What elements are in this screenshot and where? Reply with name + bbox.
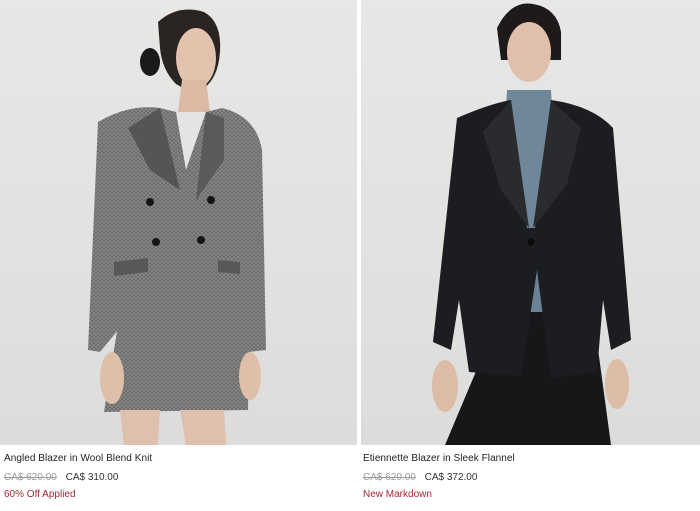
product-grid: Angled Blazer in Wool Blend Knit CA$ 620… xyxy=(0,0,700,511)
price-row: CA$ 620.00 CA$ 310.00 xyxy=(4,472,357,484)
sale-price: CA$ 372.00 xyxy=(424,472,478,483)
product-name[interactable]: Angled Blazer in Wool Blend Knit xyxy=(4,453,357,465)
product-image[interactable] xyxy=(361,0,700,445)
product-image[interactable] xyxy=(0,0,357,445)
product-info: Angled Blazer in Wool Blend Knit CA$ 620… xyxy=(0,445,357,501)
original-price: CA$ 620.00 xyxy=(363,472,416,483)
model-in-gray-herringbone-blazer xyxy=(88,9,266,445)
product-info: Etiennette Blazer in Sleek Flannel CA$ 6… xyxy=(361,445,700,501)
product-card-etiennette-blazer[interactable]: Etiennette Blazer in Sleek Flannel CA$ 6… xyxy=(361,0,700,501)
promo-label: New Markdown xyxy=(363,489,432,500)
product-card-angled-blazer[interactable]: Angled Blazer in Wool Blend Knit CA$ 620… xyxy=(0,0,357,501)
price-row: CA$ 620.00 CA$ 372.00 xyxy=(363,472,700,484)
original-price: CA$ 620.00 xyxy=(4,472,57,483)
product-name[interactable]: Etiennette Blazer in Sleek Flannel xyxy=(363,453,700,465)
promo-label: 60% Off Applied xyxy=(4,489,76,500)
model-in-black-flannel-blazer xyxy=(432,3,631,445)
sale-price: CA$ 310.00 xyxy=(65,472,119,483)
